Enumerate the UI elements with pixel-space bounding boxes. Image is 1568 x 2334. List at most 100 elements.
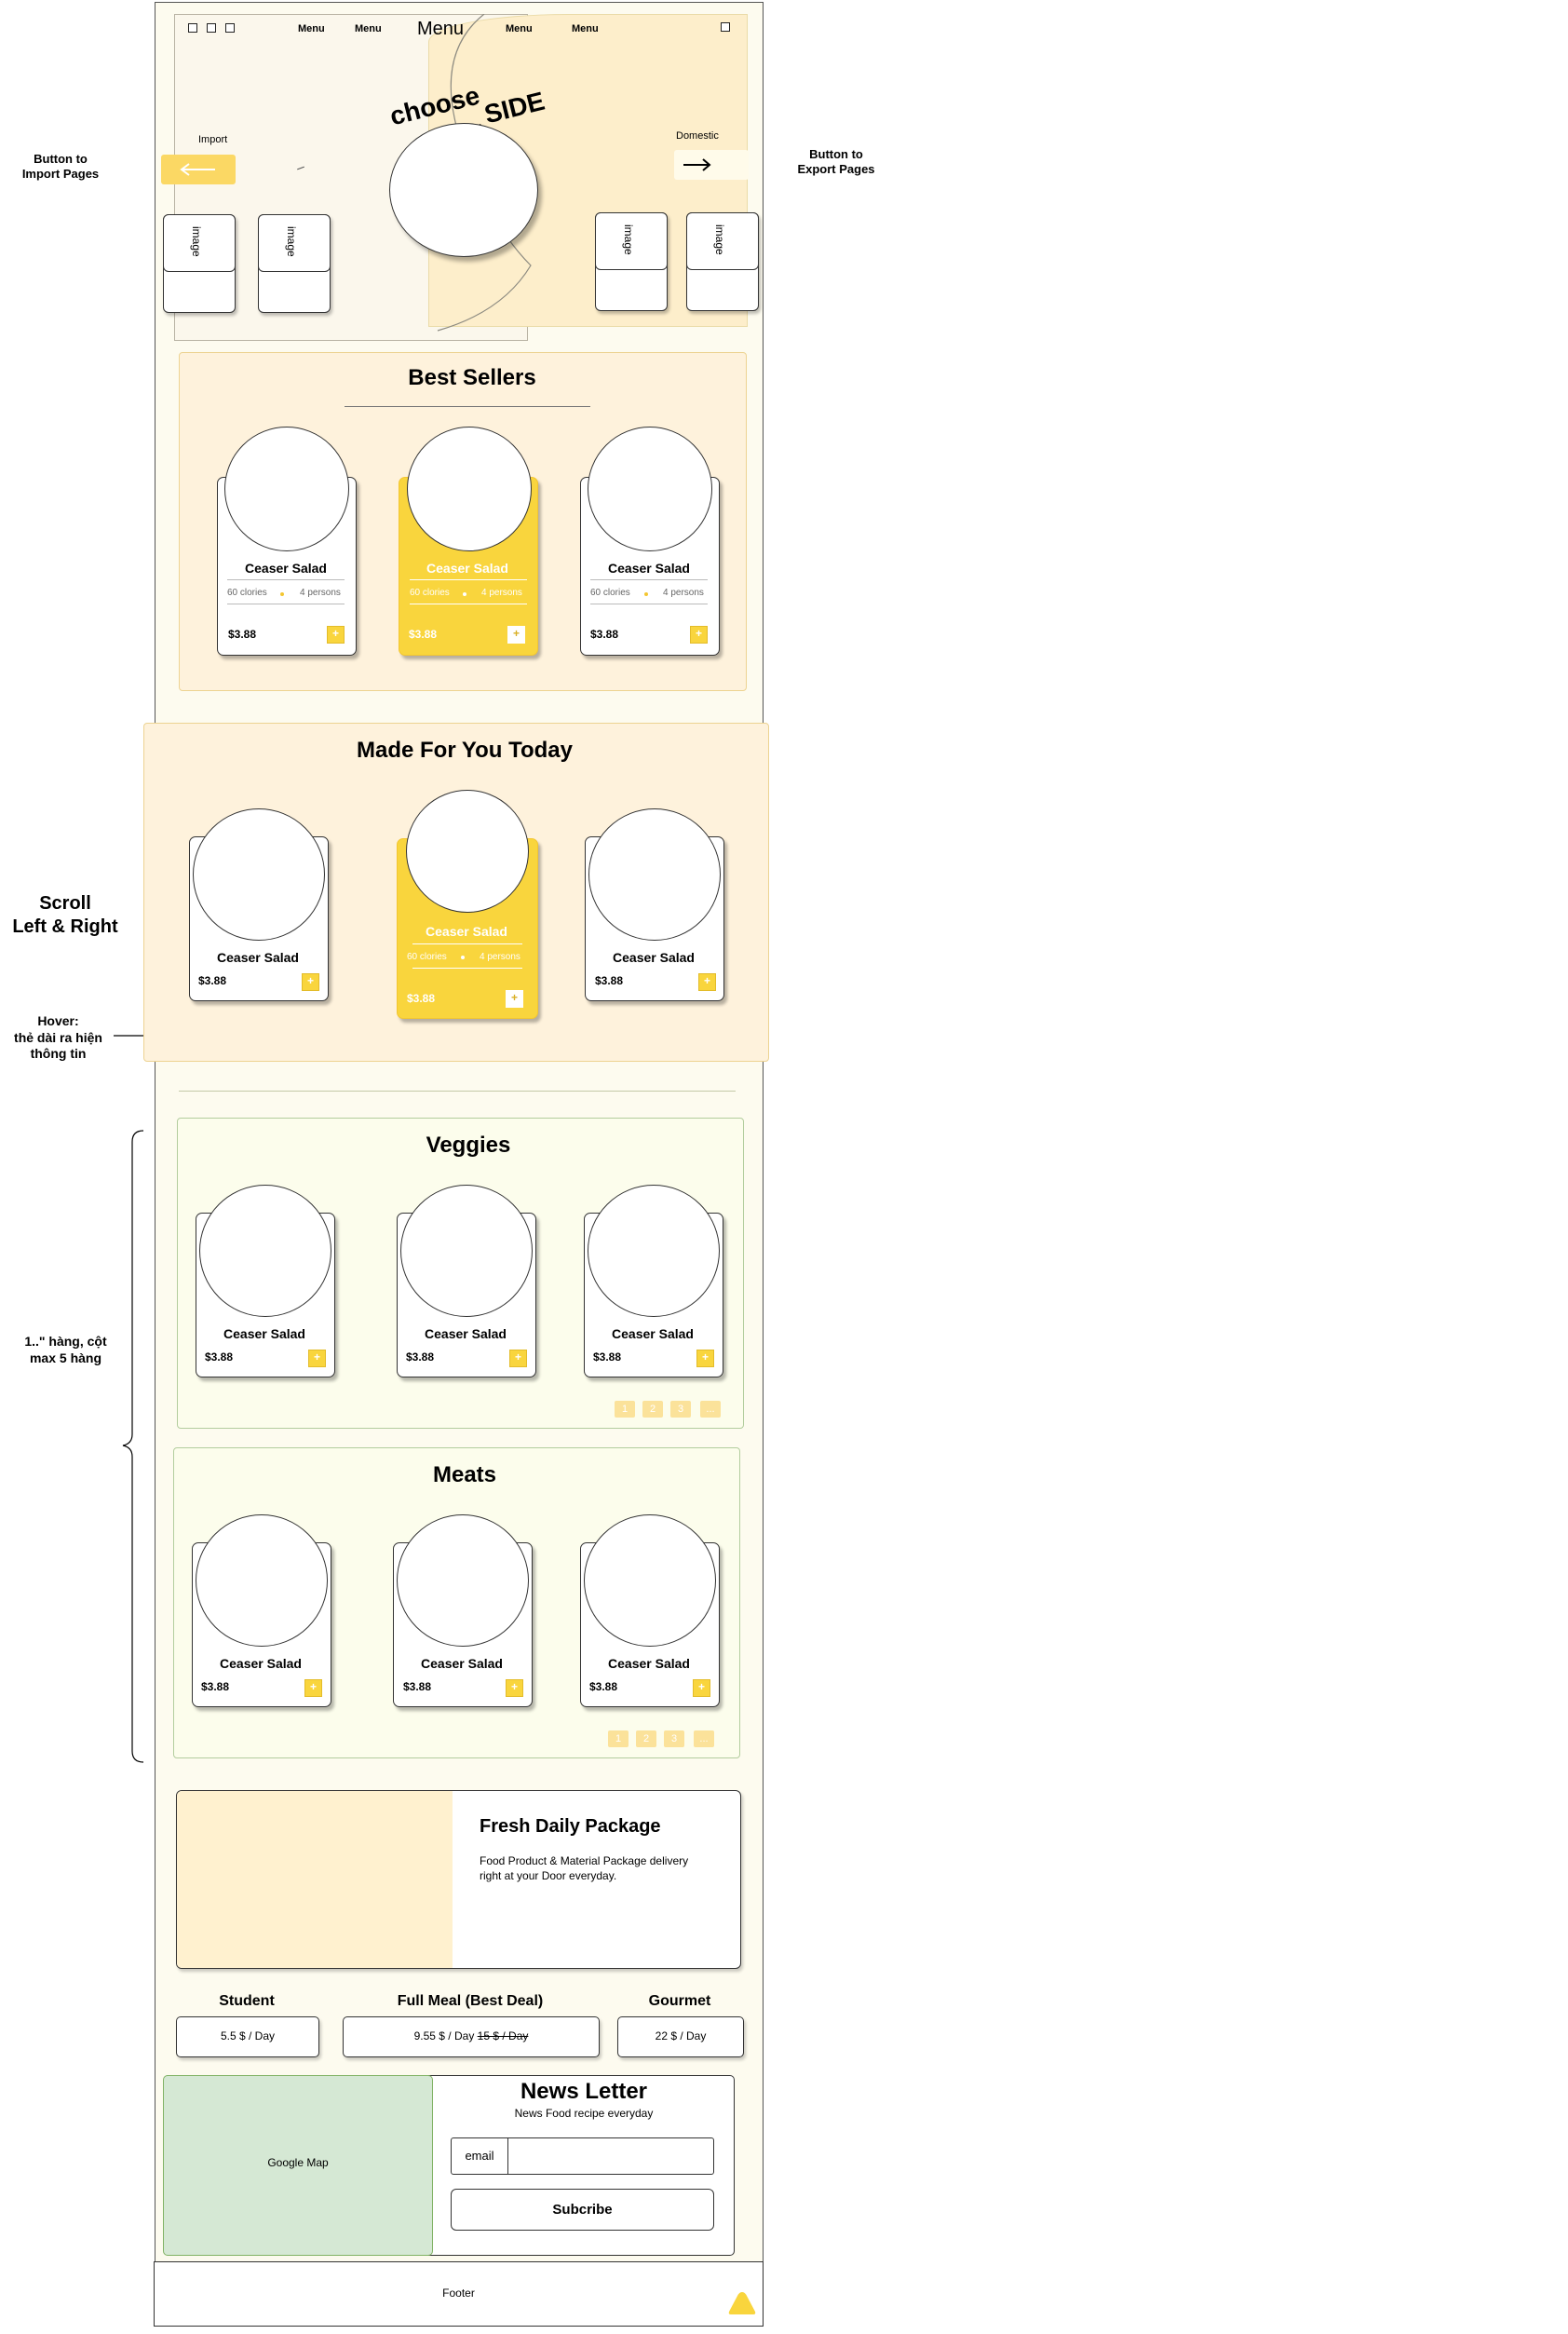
card-persons: 4 persons bbox=[480, 952, 520, 962]
import-label: Import bbox=[198, 134, 228, 145]
plan-price: 22 $ / Day bbox=[655, 2029, 707, 2042]
window-close-square-icon[interactable] bbox=[721, 22, 730, 32]
plan-full-meal-button[interactable]: 9.55 $ / Day 15 $ / Day bbox=[343, 2016, 600, 2057]
meta-dot bbox=[280, 592, 284, 596]
package-image bbox=[177, 1791, 453, 1968]
image-placeholder: image bbox=[686, 212, 759, 270]
card-calories: 60 clories bbox=[227, 588, 267, 598]
food-image-circle bbox=[588, 808, 721, 941]
card-name: Ceaser Salad bbox=[223, 1326, 305, 1341]
card-price: $3.88 bbox=[406, 1350, 435, 1364]
card-price: $3.88 bbox=[590, 628, 619, 641]
card-name: Ceaser Salad bbox=[612, 1326, 694, 1341]
hero-image-card[interactable]: image bbox=[258, 214, 331, 313]
add-to-cart-button[interactable]: + bbox=[304, 1679, 322, 1697]
card-divider bbox=[590, 579, 708, 580]
card-price: $3.88 bbox=[403, 1680, 432, 1693]
nav-menu-item[interactable]: Menu bbox=[298, 23, 325, 34]
pagination-page[interactable]: 1 bbox=[608, 1730, 629, 1747]
domestic-button[interactable] bbox=[674, 150, 749, 180]
pagination-page[interactable]: 1 bbox=[615, 1401, 635, 1418]
google-map[interactable]: Google Map bbox=[163, 2075, 433, 2256]
email-field[interactable]: email bbox=[451, 2137, 714, 2175]
pagination-more[interactable]: ... bbox=[700, 1401, 721, 1418]
plan-title: Gourmet bbox=[648, 1993, 711, 2009]
pagination-page[interactable]: 3 bbox=[670, 1401, 691, 1418]
made-for-you-title: Made For You Today bbox=[356, 738, 574, 763]
card-persons: 4 persons bbox=[481, 588, 522, 598]
nav-menu-center[interactable]: Menu bbox=[417, 19, 464, 40]
window-square-icon[interactable] bbox=[207, 23, 216, 33]
subscribe-label: Subcribe bbox=[552, 2202, 613, 2218]
hero-image-card[interactable]: image bbox=[163, 214, 236, 313]
hero-image-card[interactable]: image bbox=[595, 212, 668, 311]
card-name: Ceaser Salad bbox=[608, 1656, 690, 1671]
plan-gourmet-button[interactable]: 22 $ / Day bbox=[617, 2016, 744, 2057]
add-to-cart-button[interactable]: + bbox=[696, 1350, 714, 1367]
nav-menu-item[interactable]: Menu bbox=[355, 23, 382, 34]
card-price: $3.88 bbox=[407, 992, 436, 1005]
add-to-cart-button[interactable]: + bbox=[690, 626, 708, 644]
add-to-cart-button[interactable]: + bbox=[506, 990, 523, 1008]
add-to-cart-button[interactable]: + bbox=[507, 626, 525, 644]
add-to-cart-button[interactable]: + bbox=[698, 973, 716, 991]
plan-old-price: 15 $ / Day bbox=[477, 2029, 529, 2042]
veggies-title: Veggies bbox=[426, 1133, 511, 1158]
subscribe-button[interactable]: Subcribe bbox=[451, 2189, 714, 2231]
google-map-label: Google Map bbox=[267, 2156, 329, 2169]
pagination-more[interactable]: ... bbox=[694, 1730, 714, 1747]
hero-image-card[interactable]: image bbox=[686, 212, 759, 311]
add-to-cart-button[interactable]: + bbox=[506, 1679, 523, 1697]
meta-dot bbox=[463, 592, 466, 596]
card-calories: 60 clories bbox=[590, 588, 630, 598]
footer: Footer bbox=[154, 2261, 764, 2327]
plan-title: Full Meal (Best Deal) bbox=[397, 1993, 544, 2009]
add-to-cart-button[interactable]: + bbox=[327, 626, 345, 644]
image-label: image bbox=[190, 226, 203, 257]
card-price: $3.88 bbox=[595, 974, 624, 987]
plan-student-button[interactable]: 5.5 $ / Day bbox=[176, 2016, 319, 2057]
add-to-cart-button[interactable]: + bbox=[509, 1350, 527, 1367]
card-price: $3.88 bbox=[593, 1350, 622, 1364]
section-separator bbox=[179, 1091, 736, 1092]
food-image-circle bbox=[584, 1514, 716, 1647]
pagination-page[interactable]: 2 bbox=[642, 1401, 663, 1418]
plan-price: 9.55 $ / Day bbox=[413, 2029, 475, 2042]
card-persons: 4 persons bbox=[663, 588, 704, 598]
card-price: $3.88 bbox=[228, 628, 257, 641]
card-persons: 4 persons bbox=[300, 588, 341, 598]
image-label: image bbox=[285, 226, 298, 257]
food-image-circle bbox=[406, 790, 529, 913]
footer-label: Footer bbox=[442, 2287, 475, 2300]
pagination-page[interactable]: 3 bbox=[664, 1730, 684, 1747]
pagination-page[interactable]: 2 bbox=[636, 1730, 656, 1747]
nav-menu-item[interactable]: Menu bbox=[506, 23, 533, 34]
add-to-cart-button[interactable]: + bbox=[308, 1350, 326, 1367]
add-to-cart-button[interactable]: + bbox=[693, 1679, 710, 1697]
card-divider bbox=[227, 579, 345, 580]
import-button[interactable] bbox=[161, 155, 236, 184]
card-price: $3.88 bbox=[589, 1680, 618, 1693]
card-divider bbox=[412, 968, 522, 969]
card-price: $3.88 bbox=[205, 1350, 234, 1364]
food-image-circle bbox=[588, 427, 712, 551]
hero-circle-image bbox=[389, 123, 538, 257]
food-image-circle bbox=[224, 427, 349, 551]
email-input[interactable] bbox=[511, 2142, 710, 2172]
domestic-label: Domestic bbox=[676, 130, 719, 142]
food-image-circle bbox=[407, 427, 532, 551]
card-name: Ceaser Salad bbox=[613, 950, 695, 965]
card-calories: 60 clories bbox=[410, 588, 450, 598]
window-square-icon[interactable] bbox=[225, 23, 235, 33]
image-placeholder: image bbox=[163, 214, 236, 272]
add-to-cart-button[interactable]: + bbox=[302, 973, 319, 991]
scroll-to-top-icon[interactable] bbox=[726, 2289, 758, 2317]
nav-menu-item[interactable]: Menu bbox=[572, 23, 599, 34]
newsletter-title: News Letter bbox=[520, 2079, 648, 2104]
window-square-icon[interactable] bbox=[188, 23, 197, 33]
food-image-circle bbox=[199, 1185, 331, 1317]
image-label: image bbox=[713, 224, 726, 255]
card-name: Ceaser Salad bbox=[426, 924, 507, 939]
card-price: $3.88 bbox=[201, 1680, 230, 1693]
email-field-label: email bbox=[452, 2138, 508, 2174]
